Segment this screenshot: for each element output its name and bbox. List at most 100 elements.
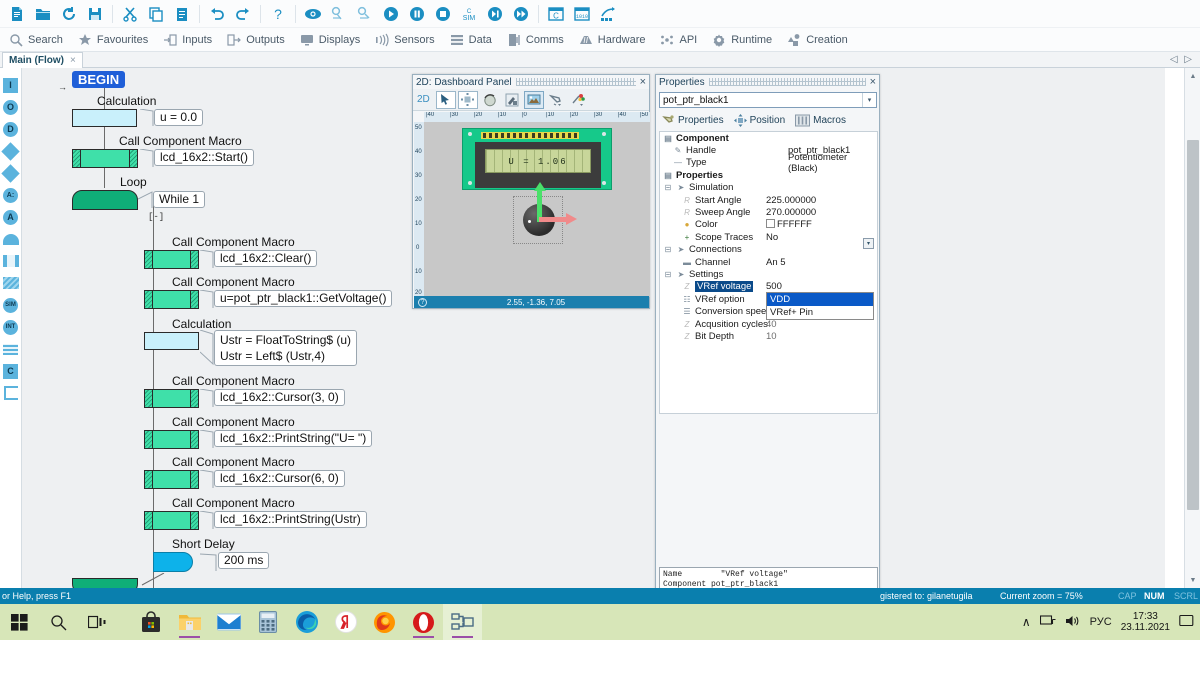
- rotate-tool[interactable]: [480, 91, 500, 109]
- flowchart-callout[interactable]: While 1: [153, 191, 206, 208]
- expander-icon[interactable]: ⊟: [663, 183, 673, 192]
- close-icon[interactable]: ×: [870, 76, 876, 88]
- flowchart-callout[interactable]: lcd_16x2::PrintString("U= "): [214, 430, 373, 447]
- axis-arrow-x[interactable]: [539, 217, 569, 222]
- refresh-icon[interactable]: [56, 2, 82, 26]
- drag-grip[interactable]: [515, 78, 636, 86]
- component-selector-combo[interactable]: pot_ptr_black1 ▾: [659, 92, 877, 108]
- lcd-16x2-component[interactable]: U = 1.06: [462, 128, 612, 190]
- task-view-button[interactable]: [78, 604, 117, 640]
- close-icon[interactable]: ×: [70, 55, 76, 66]
- flowchart-shape-component-macro[interactable]: [144, 389, 199, 408]
- flowchart-callout[interactable]: lcd_16x2::Cursor(3, 0): [214, 389, 345, 406]
- goto-icon[interactable]: A: [1, 206, 21, 228]
- yandex-button[interactable]: [326, 604, 365, 640]
- color-swatch[interactable]: [766, 219, 775, 229]
- tab-main-flow[interactable]: Main (Flow) ×: [2, 52, 83, 68]
- undo-icon[interactable]: [204, 2, 230, 26]
- macro-call-icon[interactable]: [1, 250, 21, 272]
- chevron-down-icon[interactable]: ▾: [862, 93, 876, 107]
- show-hidden-icons-chevron[interactable]: ∧: [1022, 615, 1031, 629]
- calculator-button[interactable]: [248, 604, 287, 640]
- flowchart-shape-component-macro[interactable]: [144, 250, 199, 269]
- help-badge-icon[interactable]: ?: [418, 297, 427, 307]
- flowchart-callout[interactable]: lcd_16x2::Start(): [154, 149, 255, 166]
- copy-icon[interactable]: [143, 2, 169, 26]
- tree-row-start-angle[interactable]: R Start Angle 225.000000: [660, 194, 877, 206]
- category-outputs[interactable]: Outputs: [226, 32, 285, 48]
- flowchart-shape-calculation[interactable]: [72, 109, 137, 127]
- calculation-icon[interactable]: [1, 338, 21, 360]
- taskbar-clock[interactable]: 17:33 23.11.2021: [1121, 611, 1170, 633]
- tree-group-connections[interactable]: ⊟ ➤ Connections: [660, 244, 877, 256]
- output-icon[interactable]: O: [1, 96, 21, 118]
- compile-c-icon[interactable]: C: [543, 2, 569, 26]
- dropdown-option-vref-pin[interactable]: VRef+ Pin: [767, 306, 873, 319]
- background-tool[interactable]: [523, 90, 544, 109]
- properties-titlebar[interactable]: Properties ×: [656, 75, 879, 89]
- flowchart-callout[interactable]: u=pot_ptr_black1::GetVoltage(): [214, 290, 393, 307]
- tree-row-bit-depth[interactable]: Z Bit Depth 10: [660, 330, 877, 342]
- flowchart-callout[interactable]: u = 0.0: [154, 109, 204, 126]
- close-icon[interactable]: ×: [640, 76, 646, 88]
- step-icon[interactable]: [482, 2, 508, 26]
- tree-group-simulation[interactable]: ⊟ ➤ Simulation: [660, 182, 877, 194]
- tab-nav-arrows[interactable]: ◁ ▷: [1170, 54, 1194, 65]
- paste-icon[interactable]: [169, 2, 195, 26]
- edge-button[interactable]: [287, 604, 326, 640]
- component-macro-icon[interactable]: [1, 272, 21, 294]
- vref-option-dropdown[interactable]: VDD VRef+ Pin: [766, 292, 874, 320]
- expander-icon[interactable]: ⊟: [663, 270, 673, 279]
- flowchart-shape-delay[interactable]: [153, 552, 193, 572]
- flowchart-shape-component-macro[interactable]: [144, 511, 199, 530]
- flowchart-shape-component-macro[interactable]: [144, 470, 199, 489]
- tree-group-settings[interactable]: ⊟ ➤ Settings: [660, 268, 877, 280]
- canvas-vertical-scrollbar[interactable]: ▲ ▼: [1184, 68, 1200, 588]
- move-tool[interactable]: [457, 90, 478, 109]
- category-favourites[interactable]: Favourites: [77, 32, 148, 48]
- start-button[interactable]: [0, 604, 39, 640]
- tree-row-scope-traces[interactable]: + Scope Traces No: [660, 231, 877, 243]
- stop-icon[interactable]: [430, 2, 456, 26]
- decision-icon[interactable]: [1, 140, 21, 162]
- cut-icon[interactable]: [117, 2, 143, 26]
- file-explorer-button[interactable]: [170, 604, 209, 640]
- tree-row-color[interactable]: ● Color FFFFFF: [660, 219, 877, 231]
- open-folder-icon[interactable]: [30, 2, 56, 26]
- tree-group-properties[interactable]: ▤ Properties: [660, 169, 877, 181]
- tab-macros[interactable]: Macros: [795, 114, 846, 127]
- flowcode-button[interactable]: [443, 604, 482, 640]
- tree-group-component[interactable]: ▤ Component: [660, 132, 877, 144]
- scroll-down-button[interactable]: ▼: [1185, 572, 1200, 588]
- colors-tool[interactable]: [568, 91, 588, 109]
- category-data[interactable]: Data: [449, 32, 492, 48]
- volume-icon[interactable]: [1065, 614, 1081, 631]
- category-displays[interactable]: Displays: [299, 32, 360, 48]
- flowchart-callout[interactable]: lcd_16x2::Cursor(6, 0): [214, 470, 345, 487]
- select-arrow-tool[interactable]: [435, 90, 456, 109]
- loop-icon[interactable]: [1, 228, 21, 250]
- tree-row-sweep-angle[interactable]: R Sweep Angle 270.000000: [660, 206, 877, 218]
- category-creation[interactable]: Creation: [786, 32, 848, 48]
- flowchart-shape-component-macro[interactable]: [144, 290, 199, 309]
- microsoft-store-button[interactable]: [131, 604, 170, 640]
- drag-grip[interactable]: [708, 78, 866, 86]
- flowchart-callout[interactable]: lcd_16x2::Clear(): [214, 250, 318, 267]
- tree-row-channel[interactable]: ▬ Channel An 5: [660, 256, 877, 268]
- tree-row-type[interactable]: — Type Potentiometer (Black): [660, 152, 877, 174]
- expander-icon[interactable]: ⊟: [663, 245, 673, 254]
- category-comms[interactable]: Comms: [506, 32, 564, 48]
- flowchart-shape-calculation[interactable]: [144, 332, 199, 350]
- dashboard-panel-window[interactable]: 2D: Dashboard Panel × 2D |40 |30 |20 |10…: [412, 74, 650, 309]
- language-indicator[interactable]: РУС: [1090, 616, 1112, 628]
- scope-traces-dropdown-button[interactable]: ▾: [863, 238, 874, 249]
- settings-wrench-tool[interactable]: [546, 91, 566, 109]
- step-over-icon[interactable]: [352, 2, 378, 26]
- search-button[interactable]: [39, 604, 78, 640]
- category-hardware[interactable]: Hardware: [578, 32, 645, 48]
- category-inputs[interactable]: Inputs: [162, 32, 212, 48]
- pause-icon[interactable]: [404, 2, 430, 26]
- c-code-icon[interactable]: C: [1, 360, 21, 382]
- connection-point-icon[interactable]: A:: [1, 184, 21, 206]
- mail-button[interactable]: [209, 604, 248, 640]
